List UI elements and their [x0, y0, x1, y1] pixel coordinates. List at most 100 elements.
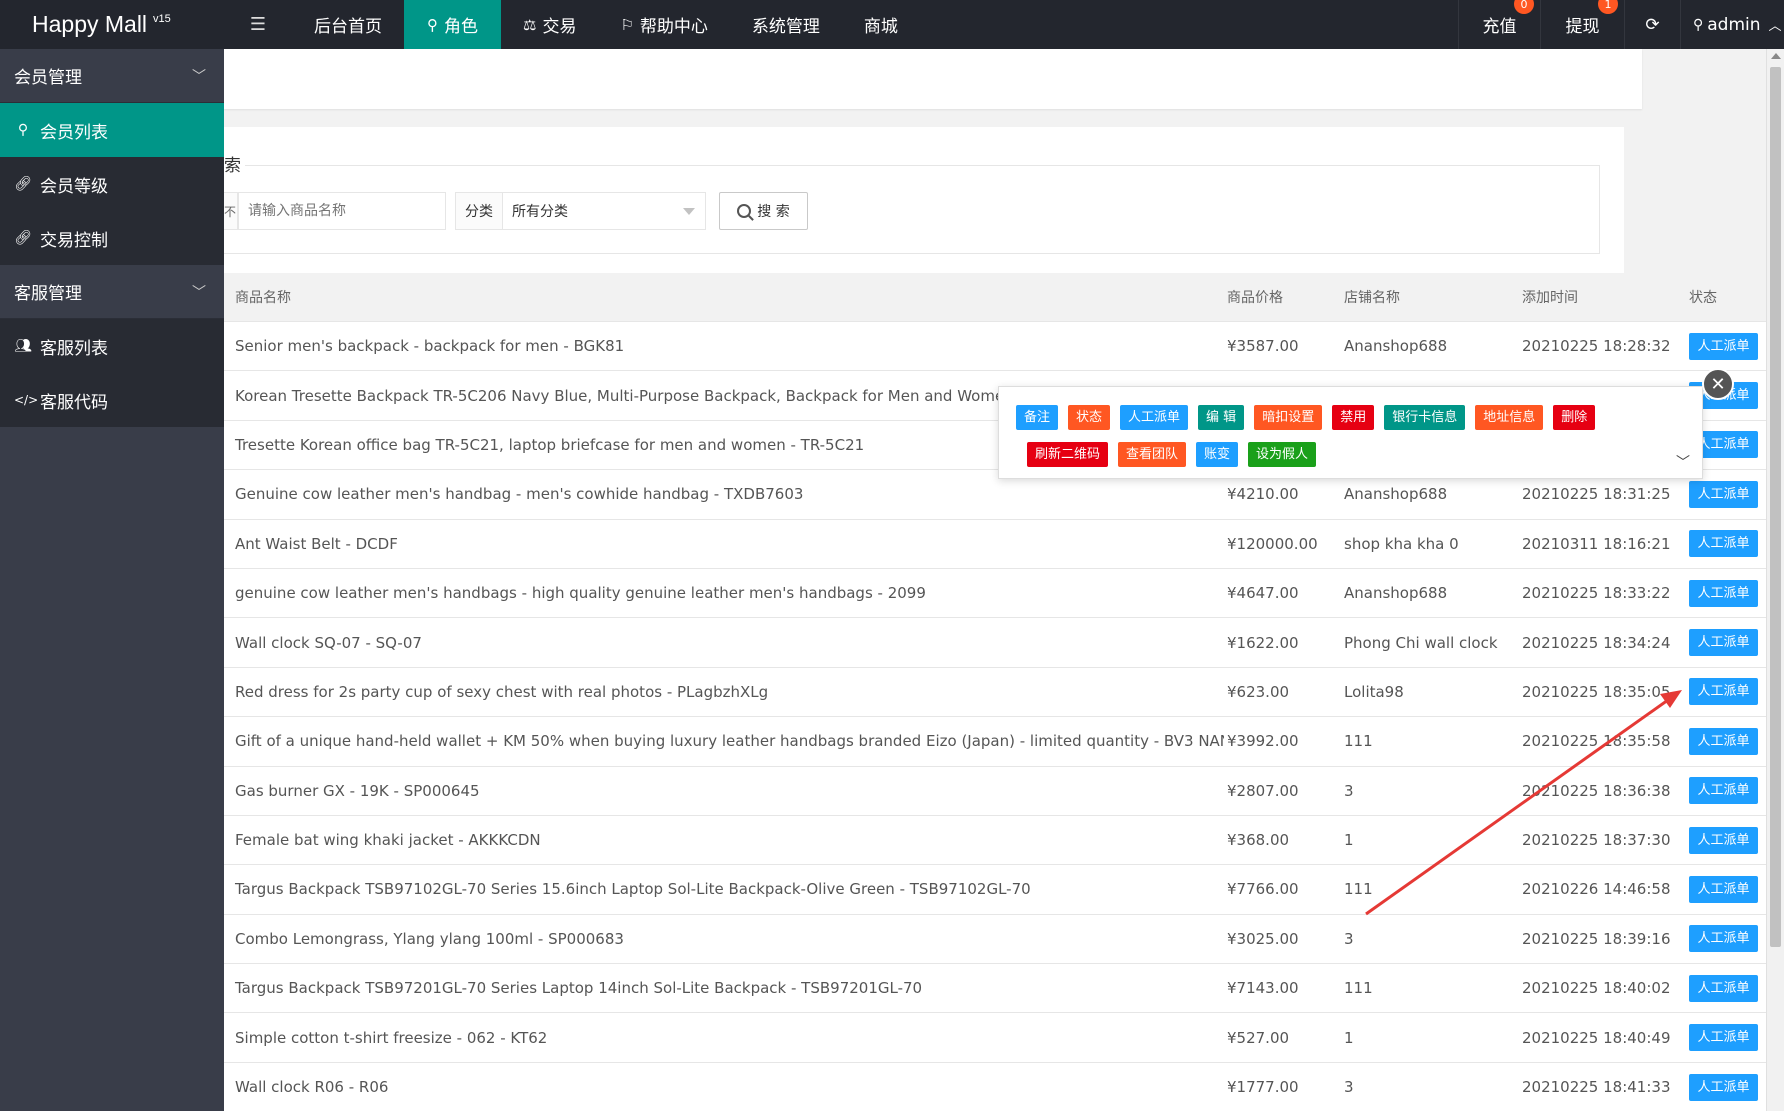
sidebar-item-service-list[interactable]: 👥︎ 客服列表	[0, 319, 224, 373]
page-scrollbar[interactable]	[1766, 49, 1784, 1111]
dispatch-button[interactable]: 人工派单	[1689, 530, 1758, 558]
dispatch-button[interactable]: 人工派单	[1689, 1073, 1758, 1101]
popup-action-button[interactable]: 银行卡信息	[1384, 405, 1466, 430]
table-row[interactable]: Combo Lemongrass, Ylang ylang 100ml - SP…	[224, 914, 1766, 965]
link-icon: 🔗︎	[14, 176, 32, 192]
sidebar-group-member[interactable]: 会员管理 ﹀	[0, 49, 224, 103]
recharge-button[interactable]: 充值 0	[1458, 0, 1540, 49]
refresh-icon[interactable]: ⟳	[1624, 0, 1680, 49]
popup-action-button[interactable]: 备注	[1016, 405, 1059, 430]
cell-status: 人工派单	[1682, 579, 1766, 607]
dispatch-button[interactable]: 人工派单	[1689, 925, 1758, 953]
nav-item-mall[interactable]: 商城	[842, 0, 920, 49]
cell-status: 人工派单	[1682, 727, 1766, 755]
cell-time: 20210225 18:40:02	[1522, 979, 1671, 998]
dispatch-button[interactable]: 人工派单	[1689, 332, 1758, 360]
close-icon[interactable]: ✕	[1702, 368, 1734, 400]
cell-status: 人工派单	[1682, 678, 1766, 706]
product-name-input[interactable]	[238, 192, 446, 230]
nav-item-label: 商城	[863, 17, 898, 37]
sidebar-group-service[interactable]: 客服管理 ﹀	[0, 265, 224, 319]
sidebar-item-label: 客服代码	[40, 392, 108, 413]
table-row[interactable]: Female bat wing khaki jacket - AKKKCDN ¥3…	[224, 815, 1766, 866]
table-row[interactable]: Gift of a unique hand-held wallet + KM 5…	[224, 717, 1766, 767]
popup-action-button[interactable]: 状态	[1068, 405, 1111, 430]
dispatch-button[interactable]: 人工派单	[1689, 974, 1758, 1002]
nav-item-label: 帮助中心	[639, 17, 708, 37]
nav-item-trade[interactable]: ⚖ 交易	[501, 0, 598, 49]
nav-item-help[interactable]: ⚐ 帮助中心	[598, 0, 729, 49]
dispatch-button[interactable]: 人工派单	[1689, 480, 1758, 508]
sidebar-item-member-level[interactable]: 🔗︎ 会员等级	[0, 157, 224, 211]
menu-toggle-icon[interactable]: ☰	[246, 0, 270, 49]
cell-time: 20210225 18:28:32	[1522, 337, 1671, 356]
dispatch-button[interactable]: 人工派单	[1689, 579, 1758, 607]
popup-action-button[interactable]: 暗扣设置	[1254, 405, 1323, 430]
table-row[interactable]: Senior men's backpack - backpack for men…	[224, 322, 1766, 372]
code-icon: </>	[14, 393, 39, 407]
category-select[interactable]: 所有分类	[503, 192, 706, 230]
dispatch-button[interactable]: 人工派单	[1689, 875, 1758, 903]
cell-time: 20210225 18:41:33	[1522, 1078, 1671, 1097]
nav-item-home[interactable]: 后台首页	[292, 0, 404, 49]
dispatch-button[interactable]: 人工派单	[1689, 678, 1758, 706]
nav-item-system[interactable]: 系统管理	[730, 0, 842, 49]
cell-price: ¥527.00	[1227, 1028, 1290, 1047]
brand-logo[interactable]: Happy Mall v15	[0, 0, 224, 49]
dispatch-button[interactable]: 人工派单	[1689, 727, 1758, 755]
nav-item-label: 后台首页	[314, 17, 382, 37]
nav-item-label: 角色	[444, 17, 478, 37]
cell-time: 20210225 18:35:05	[1522, 682, 1671, 701]
withdraw-label: 提现	[1565, 17, 1600, 37]
nav-item-role[interactable]: ⚲ 角色	[404, 0, 501, 49]
cell-price: ¥3992.00	[1227, 732, 1299, 751]
table-row[interactable]: Red dress for 2s party cup of sexy chest…	[224, 667, 1766, 718]
users-icon: 👥︎	[14, 338, 32, 354]
cell-time: 20210225 18:37:30	[1522, 831, 1671, 850]
header-name: 商品名称	[235, 290, 291, 306]
scroll-up-arrow-icon[interactable]	[1771, 53, 1781, 59]
cell-time: 20210225 18:35:58	[1522, 732, 1671, 751]
popup-action-button[interactable]: 账变	[1196, 442, 1239, 467]
cell-time: 20210311 18:16:21	[1522, 534, 1671, 553]
chevron-down-icon: ﹀	[192, 68, 206, 85]
top-navbar: Happy Mall v15 ☰ 后台首页 ⚲ 角色 ⚖ 交易 ⚐ 帮助中心 系统…	[0, 0, 1784, 49]
popup-action-button[interactable]: 编 辑	[1198, 405, 1245, 430]
user-menu[interactable]: ⚲ admin ︿	[1680, 0, 1784, 49]
sidebar-item-member-list[interactable]: ⚲ 会员列表	[0, 103, 224, 157]
table-row[interactable]: Gas burner GX - 19K - SP000645 ¥2807.00 3 2…	[224, 766, 1766, 816]
sidebar-item-service-code[interactable]: </> 客服代码	[0, 373, 224, 427]
dispatch-button[interactable]: 人工派单	[1689, 777, 1758, 805]
popup-action-button[interactable]: 设为假人	[1248, 442, 1317, 467]
withdraw-button[interactable]: 提现 1	[1540, 0, 1624, 49]
scroll-thumb[interactable]	[1770, 67, 1781, 947]
table-row[interactable]: Wall clock R06 - R06 ¥1777.00 3 20210225 18…	[224, 1062, 1766, 1111]
dispatch-button[interactable]: 人工派单	[1689, 629, 1758, 657]
dispatch-button[interactable]: 人工派单	[1689, 1024, 1758, 1052]
table-row[interactable]: Ant Waist Belt - DCDF ¥120000.00 shop kha …	[224, 519, 1766, 569]
cell-price: ¥4647.00	[1227, 584, 1299, 603]
search-legend: 索	[224, 151, 245, 176]
cell-price: ¥1622.00	[1227, 633, 1299, 652]
cell-name: Simple cotton t-shirt freesize - 062 - K…	[235, 1028, 548, 1047]
table-row[interactable]: Wall clock SQ-07 - SQ-07 ¥1622.00 Phong Ch…	[224, 618, 1766, 668]
search-button[interactable]: 搜 索	[719, 192, 808, 230]
popup-action-button[interactable]: 禁用	[1332, 405, 1375, 430]
popup-action-button[interactable]: 查看团队	[1118, 442, 1187, 467]
cell-price: ¥4210.00	[1227, 485, 1299, 504]
chevron-down-icon[interactable]: ﹀	[1676, 452, 1690, 472]
table-row[interactable]: genuine cow leather men's handbags - hig…	[224, 568, 1766, 619]
cell-shop: Ananshop688	[1344, 485, 1448, 504]
popup-action-button[interactable]: 刷新二维码	[1027, 442, 1109, 467]
popup-action-button[interactable]: 地址信息	[1475, 405, 1544, 430]
table-row[interactable]: Targus Backpack TSB97102GL-70 Series 15.…	[224, 865, 1766, 915]
popup-action-button[interactable]: 删除	[1553, 405, 1596, 430]
brand-name: Happy Mall	[32, 11, 148, 37]
table-row[interactable]: Simple cotton t-shirt freesize - 062 - K…	[224, 1013, 1766, 1063]
dispatch-button[interactable]: 人工派单	[1689, 826, 1758, 854]
table-row[interactable]: Targus Backpack TSB97201GL-70 Series Lap…	[224, 964, 1766, 1014]
cell-status: 人工派单	[1682, 777, 1766, 805]
sidebar-item-trade-control[interactable]: 🔗︎ 交易控制	[0, 211, 224, 265]
popup-action-button[interactable]: 人工派单	[1120, 405, 1189, 430]
flag-icon: ⚐	[620, 15, 634, 34]
